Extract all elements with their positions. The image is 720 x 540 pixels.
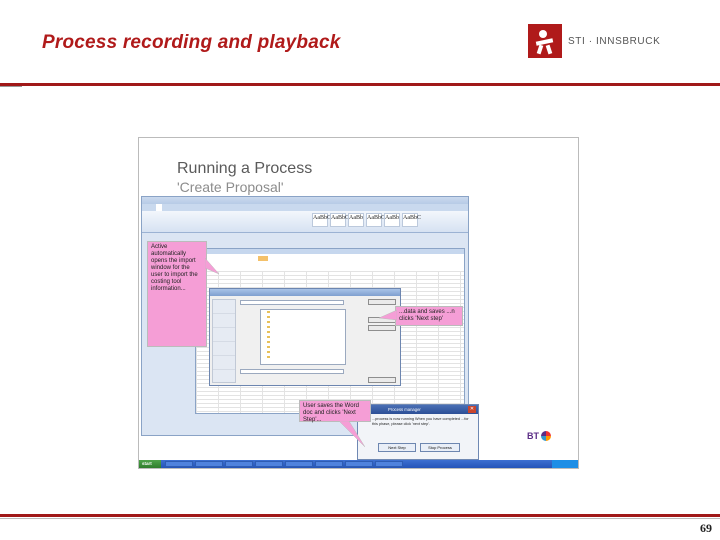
process-manager-message: ...process is now running When you have … [372, 417, 469, 426]
excel-selected-column [258, 256, 268, 261]
ribbon-tab [164, 204, 170, 211]
link-option[interactable] [213, 300, 235, 314]
dialog-text-field[interactable] [240, 300, 344, 305]
close-icon[interactable]: ✕ [468, 406, 476, 413]
bottom-divider-accent [0, 518, 720, 519]
dialog-ok-button[interactable] [368, 377, 396, 383]
style-swatch: AaBb [348, 213, 364, 227]
style-swatch: AaBb [384, 213, 400, 227]
callout-pointer [379, 309, 397, 321]
style-swatch: AaBbC [330, 213, 349, 227]
callout-import-window: Active automatically opens the import wi… [147, 241, 207, 347]
taskbar-item[interactable] [285, 461, 313, 467]
process-manager-title: Process manager [358, 405, 478, 414]
top-divider-accent [0, 86, 22, 87]
system-tray [552, 460, 578, 468]
link-option[interactable] [213, 328, 235, 342]
taskbar-item[interactable] [255, 461, 283, 467]
windows-taskbar: start [139, 460, 578, 468]
dialog-link-to-panel [212, 299, 236, 383]
logo-text: STI · INNSBRUCK [568, 35, 661, 47]
callout-pointer [338, 421, 365, 447]
dialog-address-field[interactable] [240, 369, 344, 374]
sti-innsbruck-logo: STI · INNSBRUCK [528, 24, 660, 58]
ribbon-tab [156, 204, 162, 211]
start-button[interactable]: start [139, 460, 161, 468]
ribbon-tabs [142, 204, 468, 211]
sti-logo-icon [528, 24, 562, 58]
style-swatch: AaBbC [366, 213, 385, 227]
link-option[interactable] [213, 342, 235, 356]
word-titlebar [142, 197, 468, 204]
folder-item[interactable] [261, 355, 345, 360]
page-number: 69 [700, 521, 712, 535]
style-swatch: AaBbC [312, 213, 331, 227]
excel-titlebar [196, 249, 464, 254]
link-option[interactable] [213, 314, 235, 328]
insert-hyperlink-dialog [209, 288, 401, 386]
screenshot-heading: Running a Process [177, 160, 313, 177]
slide-title: Process recording and playback [42, 32, 341, 53]
taskbar-item[interactable] [195, 461, 223, 467]
style-swatch: AaBbC [402, 213, 421, 227]
next-step-button[interactable]: Next Step [378, 443, 416, 452]
top-divider [0, 83, 720, 86]
ribbon-tab [180, 204, 186, 211]
callout-save-word-doc: User saves the Word doc and clicks 'Next… [299, 400, 371, 423]
taskbar-item[interactable] [225, 461, 253, 467]
callout-next-step-excel: ...data and saves ...n clicks 'Next step… [395, 306, 463, 326]
stop-process-button[interactable]: Stop Process [420, 443, 460, 452]
bt-globe-icon [541, 431, 551, 441]
dialog-file-list[interactable] [260, 309, 346, 365]
taskbar-item[interactable] [165, 461, 193, 467]
screenshot-subheading: 'Create Proposal' [177, 179, 284, 195]
dialog-button[interactable] [368, 325, 396, 331]
ribbon-tab [188, 204, 194, 211]
callout-pointer [205, 257, 219, 275]
embedded-screenshot: Running a Process 'Create Proposal' AaBb… [138, 137, 579, 469]
bottom-divider [0, 514, 720, 517]
taskbar-item[interactable] [315, 461, 343, 467]
ribbon-tab [172, 204, 178, 211]
process-manager-window: Process manager ✕ ...process is now runn… [357, 404, 479, 460]
ribbon-tab [196, 204, 202, 211]
dialog-titlebar [210, 289, 400, 296]
dialog-button[interactable] [368, 299, 396, 305]
taskbar-item[interactable] [375, 461, 403, 467]
link-option[interactable] [213, 356, 235, 370]
word-ribbon: AaBbC AaBbC AaBb AaBbC AaBb AaBbC [142, 211, 468, 233]
bt-logo: BT [527, 431, 551, 441]
taskbar-item[interactable] [345, 461, 373, 467]
bt-logo-text: BT [527, 431, 539, 441]
